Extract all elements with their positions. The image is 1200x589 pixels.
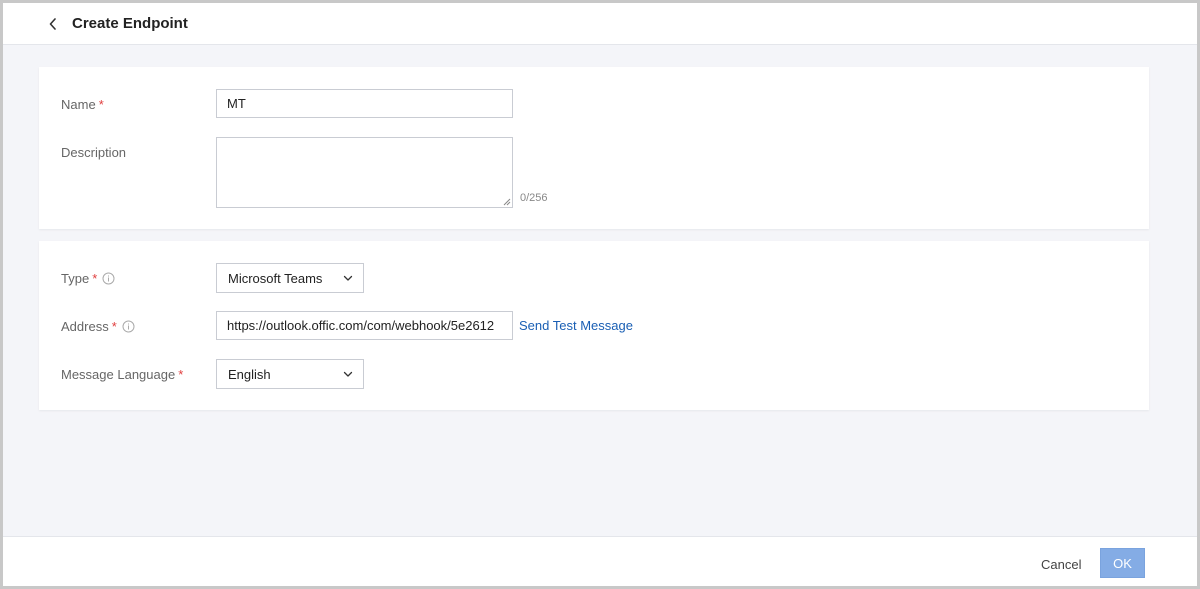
send-test-message-link[interactable]: Send Test Message [519, 318, 633, 333]
required-mark: * [98, 97, 104, 112]
address-input[interactable]: https://outlook.offic.com/com/webhook/5e… [216, 311, 513, 340]
required-mark: * [178, 367, 184, 382]
required-mark: * [92, 271, 98, 286]
address-label: Address * [61, 319, 135, 334]
chevron-left-icon [49, 17, 56, 30]
page-footer: Cancel OK [3, 536, 1197, 586]
app-window: Create Endpoint Name * MT Description 0/… [0, 0, 1200, 589]
ok-button[interactable]: OK [1100, 548, 1145, 578]
page-header: Create Endpoint [3, 3, 1197, 45]
info-icon[interactable] [122, 320, 135, 333]
required-mark: * [111, 319, 117, 334]
description-textarea[interactable] [216, 137, 513, 208]
type-label: Type * [61, 271, 115, 286]
endpoint-config-card: Type * Microsoft Teams Address * https:/… [39, 241, 1149, 410]
name-label: Name * [61, 97, 104, 112]
description-label: Description [61, 145, 127, 160]
chevron-down-icon [343, 275, 353, 281]
page-title: Create Endpoint [72, 15, 188, 32]
chevron-down-icon [343, 371, 353, 377]
message-language-label: Message Language * [61, 367, 184, 382]
description-char-count: 0/256 [520, 192, 548, 204]
basic-info-card: Name * MT Description 0/256 [39, 67, 1149, 229]
message-language-select[interactable]: English [216, 359, 364, 389]
cancel-button[interactable]: Cancel [1041, 557, 1081, 572]
type-select[interactable]: Microsoft Teams [216, 263, 364, 293]
info-icon[interactable] [102, 272, 115, 285]
name-input[interactable]: MT [216, 89, 513, 118]
resize-grip-icon[interactable] [503, 198, 511, 206]
back-button[interactable] [43, 14, 63, 34]
